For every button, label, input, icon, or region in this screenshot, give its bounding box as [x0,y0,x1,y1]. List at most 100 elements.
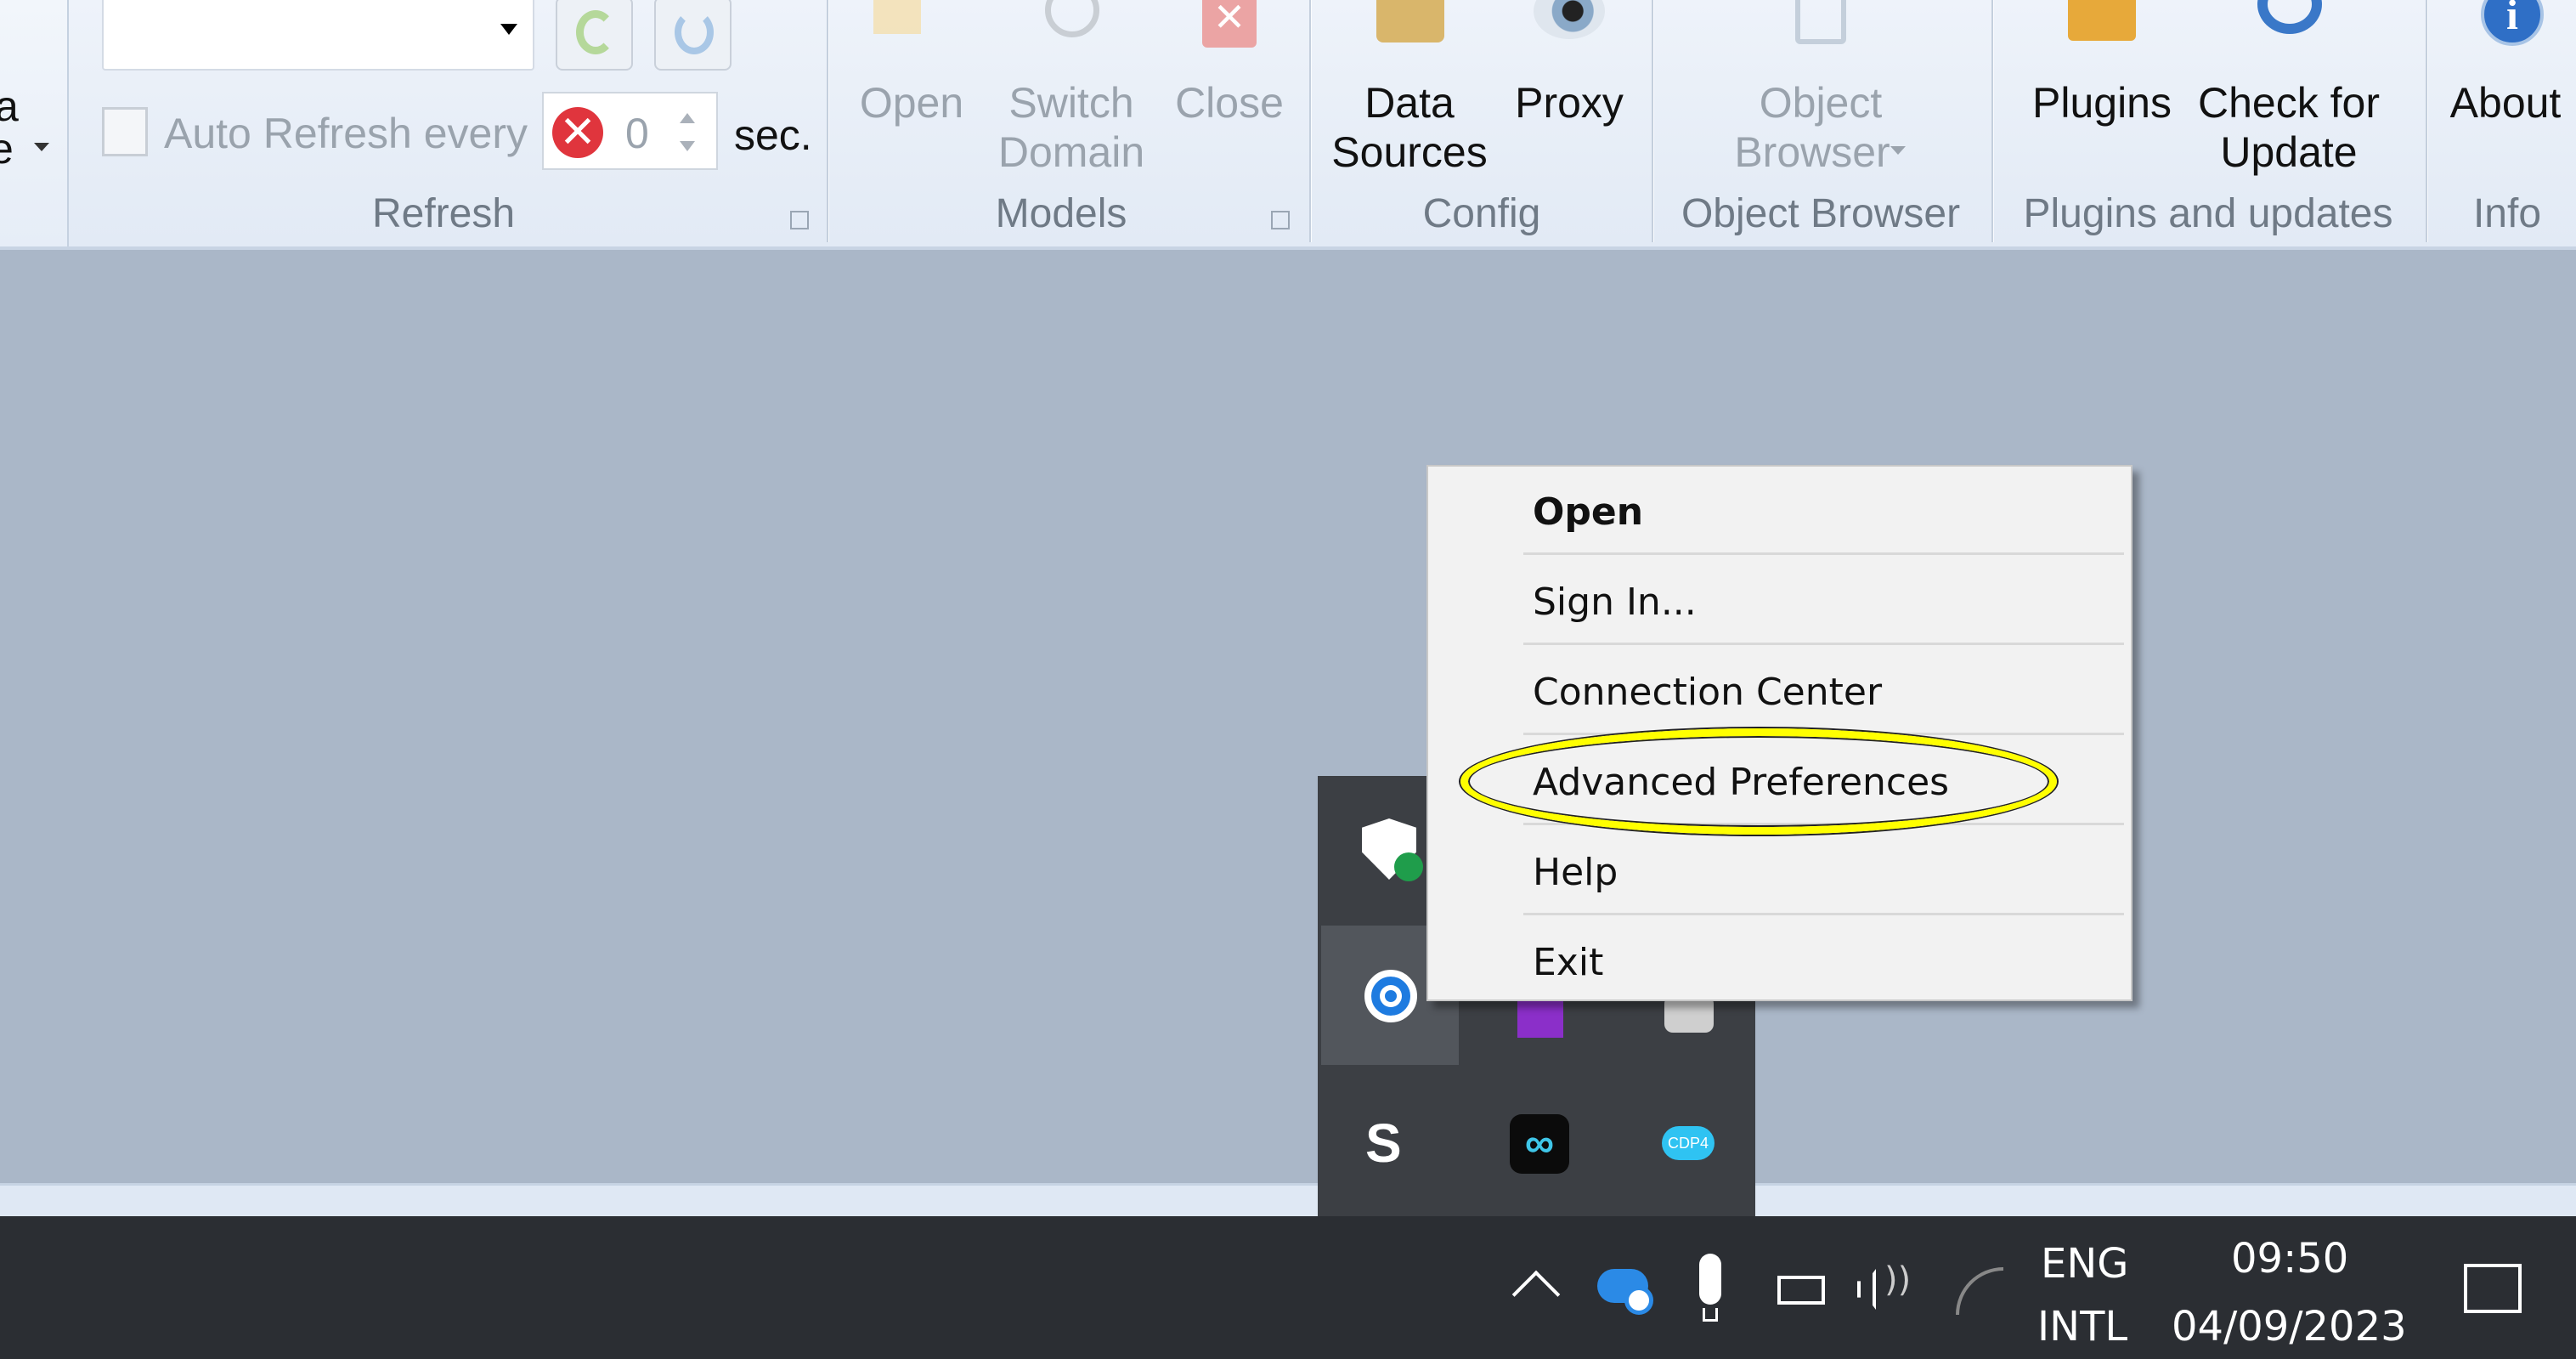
group-label-refresh: Refresh [371,191,516,236]
menu-item-connection-center[interactable]: Connection Center [1428,647,2131,737]
menu-item-label: Exit [1533,941,1604,984]
check-update-label: Update [2220,128,2358,176]
auto-refresh-label: Auto Refresh every [164,110,528,157]
wifi-icon[interactable] [1956,1267,2003,1315]
plugins-label: Plugins [2032,79,2172,127]
sync-badge-icon [1624,1286,1653,1315]
group-separator [1652,0,1653,242]
proxy-button[interactable]: Proxy [1508,0,1630,178]
menu-item-label: Connection Center [1533,671,1883,714]
group-separator [827,0,828,242]
proxy-label: Proxy [1515,79,1624,127]
menu-item-label: Help [1533,851,1618,894]
microphone-stand [1703,1308,1718,1322]
menu-item-advanced-preferences[interactable]: Advanced Preferences [1428,737,2131,827]
clock-date[interactable]: 04/09/2023 [2172,1303,2407,1351]
refresh-icon [576,10,615,54]
check-update-label: Check for [2198,79,2380,127]
spin-up-icon[interactable] [680,105,695,123]
data-sources-label: Sources [1331,128,1488,176]
object-browser-button[interactable]: Object Browser [1720,0,1921,178]
taskbar: )) ENG INTL 09:50 04/09/2023 [0,1216,2576,1359]
menu-separator [1523,552,2124,555]
group-separator [1991,0,1993,242]
group-label-config: Config [1422,191,1541,236]
open-model-button[interactable]: Open [858,0,965,178]
chevron-down-icon [34,143,49,159]
update-icon [2257,0,2322,34]
data-sources-label: Data [1364,79,1455,127]
search-window-icon [1795,0,1846,44]
show-hidden-icons-chevron-icon[interactable] [1511,1270,1561,1319]
eye-icon [1534,0,1605,39]
refresh-button[interactable] [556,0,633,71]
interval-value: 0 [625,110,649,157]
about-button[interactable]: i About [2447,0,2574,178]
switch-label: Switch [1008,79,1134,127]
menu-item-sign-in[interactable]: Sign In... [1428,557,2131,647]
sync-button[interactable] [654,0,732,71]
menu-separator [1523,823,2124,825]
context-menu: Open Sign In... Connection Center Advanc… [1426,465,2133,1001]
language-indicator[interactable]: INTL [2037,1303,2127,1351]
model-dropdown[interactable] [102,0,534,71]
ribbon: a e Auto Refresh every ✕ 0 sec. Refresh … [0,0,2576,250]
interval-unit: sec. [734,111,812,159]
object-browser-label: Object [1759,79,1883,127]
switch-label: Domain [997,128,1145,176]
check-for-update-button[interactable]: Check for Update [2196,0,2381,178]
status-strip [0,1183,2576,1216]
volume-icon[interactable] [1857,1269,1876,1310]
menu-item-label: Open [1533,490,1644,534]
menu-item-open[interactable]: Open [1428,467,2131,557]
info-icon: i [2481,0,2544,46]
auto-refresh-checkbox[interactable] [102,107,148,156]
partial-label: e [0,125,14,173]
webex-icon[interactable]: ∞ [1510,1114,1569,1174]
dialog-launcher-icon[interactable] [790,211,809,229]
battery-icon[interactable] [1777,1276,1825,1305]
ribbon-tab-partial[interactable]: a e [0,0,69,246]
notification-center-icon[interactable] [2464,1264,2522,1313]
cdp-icon[interactable]: CDP4 [1662,1126,1715,1160]
sync-icon [675,10,714,54]
menu-separator [1523,733,2124,735]
plugins-icon [2068,0,2136,41]
dialog-launcher-icon[interactable] [1271,211,1290,229]
menu-item-exit[interactable]: Exit [1428,917,2131,1007]
group-separator [2426,0,2427,242]
language-indicator[interactable]: ENG [2041,1240,2128,1288]
group-separator [1309,0,1311,242]
close-model-button[interactable]: ✕ Close [1175,0,1284,178]
menu-item-help[interactable]: Help [1428,827,2131,917]
group-label-plugins: Plugins and updates [2023,191,2393,236]
open-label: Open [859,79,964,127]
database-gear-icon [1376,0,1444,42]
object-browser-label: Browser [1734,128,1890,176]
group-label-object-browser: Object Browser [1681,191,1961,236]
about-label: About [2449,79,2562,127]
group-label-models: Models [995,191,1127,236]
data-sources-button[interactable]: Data Sources [1331,0,1488,178]
sophos-icon[interactable]: S [1365,1116,1402,1170]
menu-separator [1523,643,2124,645]
close-icon: ✕ [1202,0,1257,48]
citrix-workspace-icon[interactable] [1364,970,1417,1022]
volume-waves: )) [1884,1260,1912,1300]
menu-item-label: Sign In... [1533,580,1697,624]
check-badge-icon [1394,852,1423,881]
group-label-info: Info [2472,191,2542,236]
switch-domain-button[interactable]: Switch Domain [998,0,1144,178]
chevron-down-icon [1890,146,1906,162]
microphone-icon[interactable] [1699,1254,1721,1305]
switch-icon [1045,0,1099,37]
spin-down-icon[interactable] [680,141,695,159]
clock-time[interactable]: 09:50 [2231,1235,2348,1283]
plugins-button[interactable]: Plugins [2031,0,2173,178]
menu-item-label: Advanced Preferences [1533,761,1950,804]
partial-label: a [0,82,19,130]
folder-search-icon [873,0,921,34]
interval-spinbox[interactable]: ✕ 0 [542,92,718,170]
chevron-down-icon [500,24,517,43]
error-icon: ✕ [552,107,603,158]
